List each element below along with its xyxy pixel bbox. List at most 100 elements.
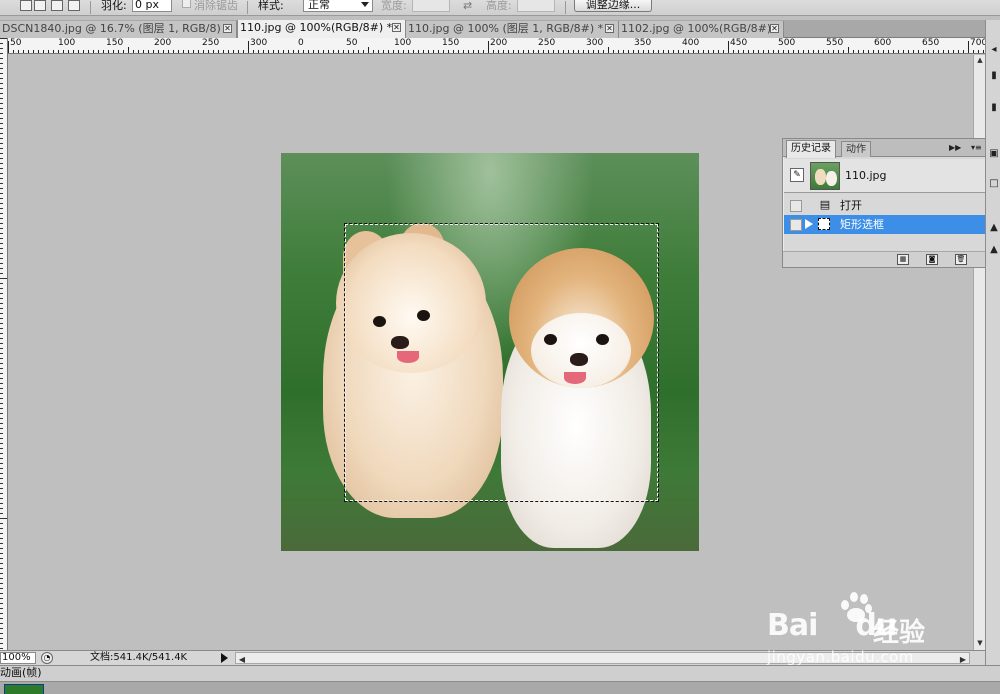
rect-marquee-icon (818, 218, 830, 230)
ruler-tick (428, 50, 429, 53)
close-icon[interactable]: ✕ (605, 24, 614, 33)
ruler-tick (0, 153, 3, 154)
vertical-ruler[interactable] (0, 38, 8, 650)
tool-icon[interactable]: ▮ (989, 102, 999, 114)
ruler-tick (803, 50, 804, 53)
ruler-tick (723, 50, 724, 53)
collapse-icon[interactable]: ▶▶ (949, 143, 961, 152)
ruler-tick (863, 50, 864, 53)
zoom-input[interactable]: 100% (0, 652, 36, 664)
ruler-tick (893, 50, 894, 53)
tab-history[interactable]: 历史记录 (786, 140, 836, 158)
tool-icon[interactable]: □ (989, 178, 999, 190)
ruler-tick (738, 50, 739, 53)
tab-110-active[interactable]: 110.jpg @ 100%(RGB/8#) * ✕ (237, 20, 406, 39)
history-brush-checkbox[interactable] (790, 200, 802, 212)
ruler-tick (0, 403, 3, 404)
ruler-tick (0, 343, 3, 344)
ruler-tick (0, 493, 3, 494)
ruler-tick (888, 50, 889, 53)
feather-label: 羽化: (101, 0, 127, 12)
width-label: 宽度: (381, 0, 407, 12)
ruler-tick (638, 50, 639, 53)
ruler-tick (858, 50, 859, 53)
ruler-tick (928, 50, 929, 53)
collapse-arrows-icon[interactable]: ◂ (989, 44, 999, 56)
ruler-tick (163, 50, 164, 53)
add-selection-icon[interactable] (34, 0, 46, 11)
tab-110-layer[interactable]: 110.jpg @ 100% (图层 1, RGB/8#) * ✕ (406, 21, 619, 38)
ruler-tick (978, 50, 979, 53)
close-icon[interactable]: ✕ (770, 24, 779, 33)
ruler-label: 100 (58, 38, 76, 48)
trash-icon[interactable]: 🗑 (955, 254, 967, 265)
ruler-tick (678, 50, 679, 53)
feather-input[interactable]: 0 px (132, 0, 172, 12)
animation-panel-title[interactable]: 动画(帧) (0, 667, 42, 679)
scroll-down-icon[interactable]: ▼ (975, 639, 985, 649)
ruler-tick (418, 50, 419, 53)
ruler-tick (608, 47, 609, 53)
tab-dscn1840[interactable]: DSCN1840.jpg @ 16.7% (图层 1, RGB/8) * ✕ (0, 21, 237, 38)
ruler-tick (733, 50, 734, 53)
ruler-tick (718, 50, 719, 53)
ruler-tick (203, 50, 204, 53)
style-select[interactable]: 正常 (303, 0, 373, 12)
ruler-tick (0, 128, 3, 129)
ruler-tick (0, 188, 3, 189)
intersect-selection-icon[interactable] (68, 0, 80, 11)
ruler-tick (233, 50, 234, 53)
swap-icon[interactable]: ⇄ (463, 0, 472, 11)
ruler-tick (308, 50, 309, 53)
new-selection-icon[interactable] (20, 0, 32, 11)
ruler-tick (0, 323, 3, 324)
ruler-tick (0, 378, 3, 379)
animation-frame-thumbnail[interactable] (4, 684, 44, 694)
history-brush-checkbox[interactable] (790, 219, 802, 231)
ruler-tick (0, 358, 3, 359)
scroll-up-icon[interactable]: ▲ (975, 56, 985, 66)
ruler-tick (763, 50, 764, 53)
ruler-tick (963, 50, 964, 53)
antialias-checkbox[interactable] (182, 0, 191, 8)
ruler-label: 150 (106, 38, 124, 48)
ruler-tick (138, 50, 139, 53)
height-input[interactable] (517, 0, 555, 12)
ruler-tick (643, 50, 644, 53)
close-icon[interactable]: ✕ (392, 23, 401, 32)
marquee-selection[interactable] (344, 223, 659, 502)
history-brush-source-icon[interactable]: ✎ (790, 168, 804, 182)
tool-icon[interactable]: ▲ (989, 244, 999, 256)
ruler-tick (0, 363, 3, 364)
tab-1102[interactable]: 1102.jpg @ 100%(RGB/8#) ✕ (619, 21, 784, 38)
ruler-tick (0, 133, 3, 134)
history-snapshot[interactable]: ✎ 110.jpg (784, 159, 985, 193)
tool-icon[interactable]: ▮ (989, 70, 999, 82)
ruler-tick (0, 198, 3, 199)
document-info[interactable]: 文档:541.4K/541.4K (90, 652, 187, 664)
tab-actions[interactable]: 动作 (841, 141, 871, 157)
ruler-tick (213, 50, 214, 53)
close-icon[interactable]: ✕ (223, 24, 232, 33)
history-step-rect-marquee[interactable]: 矩形选框 (784, 215, 985, 234)
subtract-selection-icon[interactable] (51, 0, 63, 11)
style-value: 正常 (308, 0, 330, 11)
tool-icon[interactable]: ▲ (989, 222, 999, 234)
horizontal-ruler[interactable]: 50 100 150 200 250 300 0 50 100 150 200 250 300 350 40… (8, 38, 985, 54)
width-input[interactable] (412, 0, 450, 12)
ruler-tick (618, 50, 619, 53)
refine-edge-button[interactable]: 调整边缘... (574, 0, 652, 12)
history-step-open[interactable]: ▤ 打开 (784, 196, 985, 215)
ruler-tick (0, 638, 3, 639)
tool-icon[interactable]: ▣ (989, 148, 999, 160)
status-menu-arrow-icon[interactable] (221, 653, 228, 663)
ruler-tick (218, 50, 219, 53)
ruler-tick (0, 218, 3, 219)
ruler-tick (0, 303, 3, 304)
new-document-from-state-icon[interactable]: ▦ (897, 254, 909, 265)
panel-menu-icon[interactable]: ▾≡ (971, 143, 982, 152)
ruler-tick (423, 50, 424, 53)
new-snapshot-icon[interactable]: ◙ (926, 254, 938, 265)
ruler-tick (968, 41, 969, 53)
zoom-info-icon[interactable]: ◔ (41, 652, 53, 664)
